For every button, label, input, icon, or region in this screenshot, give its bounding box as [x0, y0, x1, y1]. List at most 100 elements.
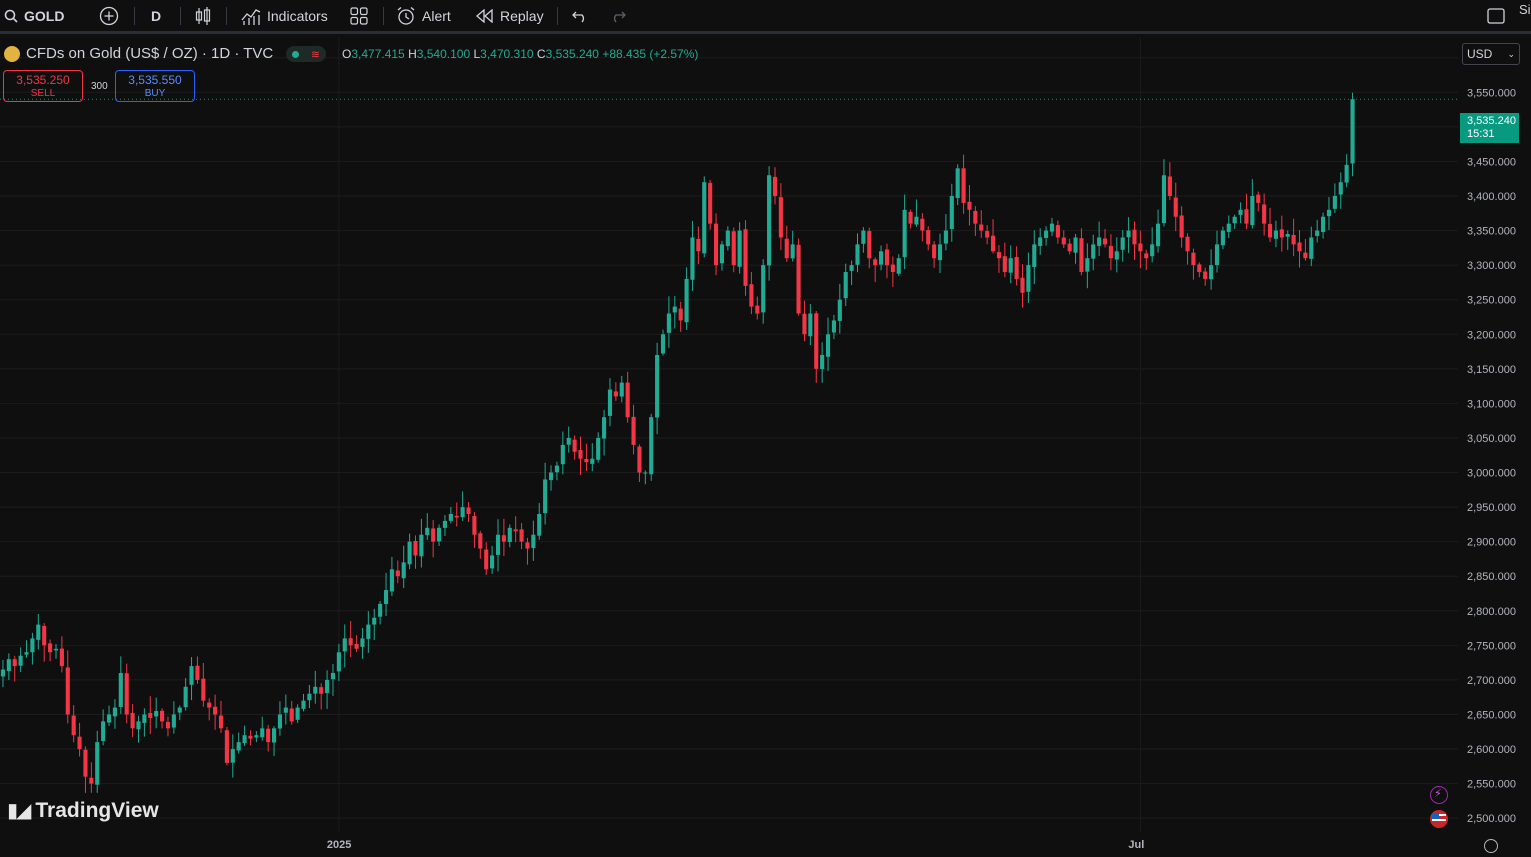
candle-body: [442, 520, 448, 528]
undo-icon: [572, 11, 585, 22]
candle-body: [990, 235, 996, 252]
candle-body: [254, 735, 259, 738]
indicators-icon: [241, 8, 261, 25]
chart-grid: [0, 37, 1458, 832]
candle-body: [631, 416, 636, 445]
candle-body: [802, 313, 807, 335]
y-tick-label: 2,750.000: [1467, 640, 1516, 652]
candlestick-series: [0, 92, 1355, 793]
candle-body: [1020, 277, 1025, 293]
market-status-badge[interactable]: ≋: [286, 46, 326, 62]
candle-body: [401, 562, 406, 579]
candle-body: [289, 708, 294, 722]
candle-body: [749, 284, 754, 307]
currency-select[interactable]: USD ⌄: [1462, 43, 1520, 65]
close-value: 3,535.240: [545, 47, 599, 61]
candle-body: [843, 272, 848, 299]
fullscreen-button[interactable]: [1487, 0, 1505, 31]
y-tick-label: 3,250.000: [1467, 295, 1516, 307]
symbol-search-button[interactable]: GOLD: [4, 0, 64, 31]
candle-body: [1120, 237, 1125, 250]
chart-type-button[interactable]: [194, 0, 212, 31]
candle-body: [1226, 223, 1231, 232]
candle-body: [902, 209, 907, 258]
candle-body: [36, 624, 41, 640]
open-key: O: [342, 47, 352, 61]
replay-button[interactable]: Replay: [476, 0, 544, 31]
buy-button[interactable]: 3,535.550 BUY: [115, 70, 195, 102]
close-key: C: [536, 47, 546, 61]
candle-body: [0, 669, 6, 677]
y-tick-label: 3,350.000: [1467, 226, 1516, 238]
candle-body: [136, 721, 141, 730]
low-value: 3,470.310: [480, 47, 534, 61]
candle-body: [808, 313, 813, 337]
candle-body: [1297, 242, 1302, 252]
y-tick-label: 3,100.000: [1467, 398, 1516, 410]
candle-body: [1350, 99, 1355, 164]
chart-legend[interactable]: CFDs on Gold (US$ / OZ) · 1D · TVC: [4, 45, 273, 62]
settings-gear-icon[interactable]: [1484, 839, 1498, 853]
candle-body: [584, 458, 589, 463]
time-axis[interactable]: 2025 Jul: [327, 839, 1144, 851]
lightning-icon[interactable]: ⚡: [1430, 786, 1448, 804]
candle-body: [1315, 230, 1320, 236]
redo-icon: [613, 11, 626, 22]
alert-button[interactable]: Alert: [396, 0, 451, 31]
candle-body: [1214, 244, 1220, 266]
toolbar-divider: [226, 7, 227, 25]
symbol-title: CFDs on Gold (US$ / OZ) · 1D · TVC: [26, 45, 274, 62]
candle-body: [684, 278, 689, 323]
candle-body: [201, 678, 206, 701]
candle-body: [1138, 243, 1143, 252]
indicators-button[interactable]: Indicators: [241, 0, 328, 31]
interval-button[interactable]: D: [151, 0, 161, 31]
candle-body: [319, 687, 324, 694]
price-axis[interactable]: 3,600.0003,550.0003,500.0003,450.0003,40…: [1467, 53, 1516, 825]
candle-body: [1273, 230, 1278, 239]
candle-body: [1144, 253, 1149, 259]
candle-body: [448, 514, 453, 521]
rewind-icon: [476, 8, 493, 23]
currency-label: USD: [1467, 47, 1493, 61]
candle-body: [1326, 209, 1332, 217]
candle-body: [378, 603, 383, 617]
candle-body: [660, 334, 666, 354]
y-tick-label: 3,550.000: [1467, 87, 1516, 99]
candle-body: [1262, 204, 1267, 224]
candle-body: [460, 507, 465, 518]
candle-body: [725, 230, 730, 247]
grid-layout-icon: [350, 6, 368, 25]
candle-body: [42, 625, 47, 646]
delayed-data-icon: ≋: [310, 48, 321, 61]
redo-button[interactable]: [610, 0, 626, 31]
candle-body: [560, 444, 565, 465]
us-flag-icon[interactable]: [1430, 810, 1448, 828]
compare-symbol-button[interactable]: [99, 0, 119, 31]
candle-body: [1244, 209, 1249, 224]
top-toolbar: GOLD D Indicators Alert Replay Si: [0, 0, 1531, 34]
layouts-button[interactable]: [350, 0, 368, 31]
candle-body: [1091, 244, 1096, 259]
candle-body: [690, 237, 695, 280]
candle-body: [295, 707, 300, 720]
alarm-clock-icon: [397, 6, 415, 25]
candle-body: [855, 244, 860, 265]
candle-body: [436, 527, 442, 542]
candle-body: [230, 749, 235, 763]
y-tick-label: 3,000.000: [1467, 468, 1516, 480]
price-chart[interactable]: 3,600.0003,550.0003,500.0003,450.0003,40…: [0, 37, 1531, 857]
sell-button[interactable]: 3,535.250 SELL: [3, 70, 83, 102]
candle-body: [1220, 230, 1225, 246]
candle-body: [655, 355, 660, 418]
candle-body: [454, 515, 459, 518]
candle-body: [224, 730, 229, 763]
candle-body: [1032, 244, 1037, 268]
candle-body: [95, 742, 100, 785]
candle-body: [372, 617, 377, 625]
candle-body: [271, 728, 277, 743]
signin-cut-text[interactable]: Si: [1519, 0, 1531, 25]
search-icon: [4, 9, 18, 23]
undo-button[interactable]: [572, 0, 588, 31]
candle-body: [366, 624, 371, 639]
